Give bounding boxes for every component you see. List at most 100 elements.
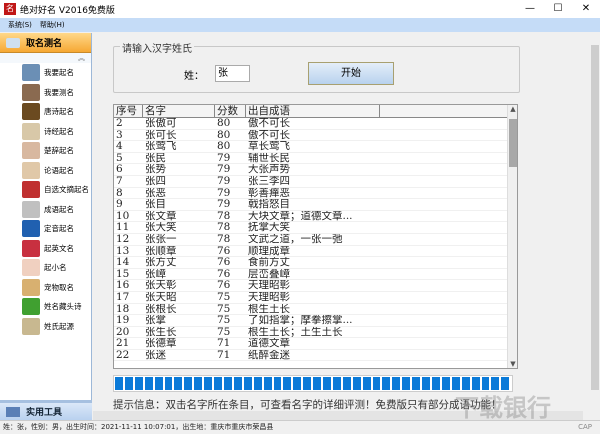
table-cell: 张文章 bbox=[145, 210, 177, 222]
table-cell: 8 bbox=[116, 187, 123, 199]
sidebar-item[interactable]: 起小名 bbox=[0, 258, 91, 278]
progress-segment bbox=[154, 377, 163, 390]
main-scrollbar-thumb[interactable] bbox=[591, 45, 599, 390]
table-cell: 道德文章 bbox=[248, 338, 290, 349]
table-row[interactable]: 5 张民 79 辅世长民 bbox=[114, 153, 517, 165]
collapse-button[interactable]: ︽ bbox=[0, 53, 91, 63]
scrollbar-thumb[interactable] bbox=[509, 119, 517, 167]
sidebar-item[interactable]: 我要测名 bbox=[0, 83, 91, 103]
close-button[interactable]: ✕ bbox=[572, 0, 600, 18]
table-cell: 张天彰 bbox=[145, 280, 177, 291]
table-cell: 18 bbox=[116, 303, 130, 315]
table-row[interactable]: 18 张根长 75 根生土长 bbox=[114, 304, 517, 316]
table-cell: 天理昭彰 bbox=[248, 291, 290, 303]
menu-system[interactable]: 系统(S) bbox=[8, 20, 32, 30]
sidebar-item-icon bbox=[22, 317, 40, 335]
table-cell: 11 bbox=[116, 222, 130, 233]
table-cell: 食前方丈 bbox=[248, 257, 290, 268]
table-row[interactable]: 2 张傲可 80 傲不可长 bbox=[114, 118, 517, 130]
progress-segment bbox=[382, 377, 391, 390]
sidebar-item-icon bbox=[22, 259, 40, 277]
table-row[interactable]: 9 张目 79 戟指怒目 bbox=[114, 199, 517, 211]
sidebar-footer-tools[interactable]: 实用工具 bbox=[0, 400, 92, 420]
table-row[interactable]: 10 张文章 78 大块文章；道德文章... bbox=[114, 211, 517, 223]
sidebar-item[interactable]: 定音起名 bbox=[0, 219, 91, 239]
progress-segment bbox=[412, 377, 421, 390]
menu-bar: 系统(S) 帮助(H) bbox=[0, 18, 600, 32]
progress-segment bbox=[263, 377, 272, 390]
main-scrollbar[interactable] bbox=[590, 33, 600, 420]
table-cell: 根生土长；土生土长 bbox=[248, 326, 343, 338]
table-row[interactable]: 16 张天彰 76 天理昭彰 bbox=[114, 280, 517, 292]
table-cell: 75 bbox=[217, 291, 231, 303]
column-header[interactable]: 名字 bbox=[143, 105, 215, 117]
column-header[interactable]: 序号 bbox=[114, 105, 143, 117]
table-row[interactable]: 22 张迷 71 纸醉金迷 bbox=[114, 350, 517, 362]
progress-segment bbox=[481, 377, 490, 390]
progress-segment bbox=[402, 377, 411, 390]
table-row[interactable]: 17 张天昭 75 天理昭彰 bbox=[114, 292, 517, 304]
progress-segment bbox=[223, 377, 232, 390]
progress-segment bbox=[441, 377, 450, 390]
table-cell: 张恶 bbox=[145, 187, 166, 199]
table-row[interactable]: 19 张掌 75 了如指掌；摩拳擦掌... bbox=[114, 315, 517, 327]
table-row[interactable]: 8 张恶 79 彰善瘅恶 bbox=[114, 188, 517, 200]
table-cell: 78 bbox=[217, 210, 231, 222]
sidebar-item[interactable]: 宠物取名 bbox=[0, 278, 91, 298]
table-cell: 抚掌大笑 bbox=[248, 222, 290, 233]
table-row[interactable]: 6 张势 79 大张声势 bbox=[114, 164, 517, 176]
maximize-button[interactable]: ☐ bbox=[544, 0, 572, 18]
horizontal-scrollbar[interactable] bbox=[93, 411, 583, 420]
sidebar-item-icon bbox=[22, 64, 40, 82]
table-cell: 80 bbox=[217, 141, 231, 152]
table-cell: 80 bbox=[217, 129, 231, 141]
table-cell: 4 bbox=[116, 141, 123, 152]
sidebar-item-label: 宠物取名 bbox=[44, 282, 74, 292]
progress-segment bbox=[471, 377, 480, 390]
sidebar-header-naming[interactable]: 取名测名 bbox=[0, 33, 91, 53]
column-header[interactable] bbox=[380, 105, 508, 117]
sidebar-item-label: 诗经起名 bbox=[44, 126, 74, 136]
menu-help[interactable]: 帮助(H) bbox=[40, 20, 65, 30]
minimize-button[interactable]: — bbox=[516, 0, 544, 18]
column-header[interactable]: 出自成语 bbox=[246, 105, 380, 117]
progress-segment bbox=[124, 377, 133, 390]
table-cell: 张莺飞 bbox=[145, 141, 177, 152]
start-button[interactable]: 开始 bbox=[308, 62, 394, 85]
progress-segment bbox=[342, 377, 351, 390]
column-header[interactable]: 分数 bbox=[215, 105, 246, 117]
sidebar-header-label: 取名测名 bbox=[26, 39, 63, 49]
table-row[interactable]: 14 张方丈 76 食前方丈 bbox=[114, 257, 517, 269]
surname-input[interactable]: 张 bbox=[215, 65, 250, 82]
table-row[interactable]: 7 张四 79 张三李四 bbox=[114, 176, 517, 188]
sidebar-item[interactable]: 论语起名 bbox=[0, 161, 91, 181]
sidebar-item[interactable]: 楚辞起名 bbox=[0, 141, 91, 161]
sidebar-item[interactable]: 成语起名 bbox=[0, 200, 91, 220]
table-row[interactable]: 12 张张一 78 文武之道，一张一弛 bbox=[114, 234, 517, 246]
table-cell: 张嶂 bbox=[145, 268, 166, 280]
sidebar-item[interactable]: 唐诗起名 bbox=[0, 102, 91, 122]
sidebar-item[interactable]: 诗经起名 bbox=[0, 122, 91, 142]
table-row[interactable]: 11 张大笑 78 抚掌大笑 bbox=[114, 222, 517, 234]
table-scrollbar[interactable]: ▲ ▼ bbox=[507, 105, 517, 368]
table-row[interactable]: 15 张嶂 76 层峦叠嶂 bbox=[114, 269, 517, 281]
sidebar-item[interactable]: 起英文名 bbox=[0, 239, 91, 259]
tip-text: 提示信息：双击名字所在条目，可查看名字的详细评测！免费版只有部分成语功能！ bbox=[113, 399, 502, 411]
caps-indicator: CAP bbox=[578, 423, 592, 431]
progress-segment bbox=[332, 377, 341, 390]
scroll-down-icon[interactable]: ▼ bbox=[508, 360, 517, 368]
table-cell: 20 bbox=[116, 326, 130, 338]
table-row[interactable]: 3 张可长 80 傲不可长 bbox=[114, 130, 517, 142]
sidebar-item[interactable]: 姓氏起源 bbox=[0, 317, 91, 337]
sidebar-item[interactable]: 自选文摘起名 bbox=[0, 180, 91, 200]
table-row[interactable]: 4 张莺飞 80 草长莺飞 bbox=[114, 141, 517, 153]
table-cell: 张三李四 bbox=[248, 175, 290, 187]
table-row[interactable]: 13 张顺章 76 顺理成章 bbox=[114, 246, 517, 258]
main-panel: 请输入汉字姓氏 姓： 张 开始 序号 名字 分数 出自成语 2 张傲可 80 傲不可长 3 张可… bbox=[93, 33, 590, 420]
table-row[interactable]: 20 张生长 75 根生土长；土生土长 bbox=[114, 327, 517, 339]
sidebar-item[interactable]: 我要起名 bbox=[0, 63, 91, 83]
scroll-up-icon[interactable]: ▲ bbox=[508, 105, 517, 113]
table-cell: 6 bbox=[116, 164, 123, 175]
table-row[interactable]: 21 张德章 71 道德文章 bbox=[114, 338, 517, 350]
sidebar-item[interactable]: 姓名藏头诗 bbox=[0, 297, 91, 317]
